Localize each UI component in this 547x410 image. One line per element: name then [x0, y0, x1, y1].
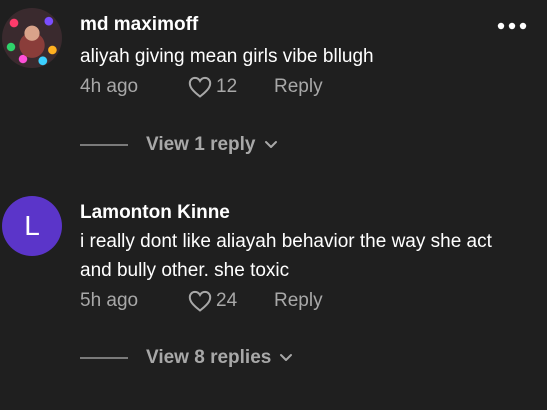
like-count: 24	[216, 290, 238, 311]
comment-time: 5h ago	[80, 290, 139, 311]
divider	[80, 357, 128, 359]
chevron-down-icon	[256, 140, 278, 150]
like-button[interactable]: 24	[188, 290, 274, 312]
comment-username[interactable]: Lamonton Kinne	[80, 202, 230, 224]
avatar[interactable]: L	[2, 196, 62, 256]
comment-text: i really dont like aliayah behavior the …	[80, 231, 492, 281]
more-options-button[interactable]	[492, 14, 532, 38]
divider	[80, 144, 128, 146]
comment-text: aliyah giving mean girls vibe bllugh	[80, 46, 374, 67]
reply-button[interactable]: Reply	[274, 76, 323, 98]
like-count: 12	[216, 76, 238, 97]
chevron-down-icon	[271, 353, 293, 363]
more-options-icon	[497, 22, 527, 30]
avatar-image	[2, 8, 62, 68]
avatar[interactable]	[2, 8, 62, 68]
reply-button[interactable]: Reply	[274, 290, 323, 312]
view-replies-label: View 1 reply	[146, 134, 256, 155]
heart-icon	[188, 290, 212, 312]
view-replies-button[interactable]: View 8 replies	[80, 344, 293, 372]
avatar-letter: L	[24, 210, 40, 241]
heart-icon	[188, 76, 212, 98]
like-button[interactable]: 12	[188, 76, 274, 98]
comment-username[interactable]: md maximoff	[80, 14, 198, 36]
comment-meta: 5h ago 24 Reply	[80, 287, 323, 315]
comment-time: 4h ago	[80, 76, 139, 97]
comment-meta: 4h ago 12 Reply	[80, 73, 323, 101]
view-replies-label: View 8 replies	[146, 347, 272, 368]
view-replies-button[interactable]: View 1 reply	[80, 131, 278, 159]
